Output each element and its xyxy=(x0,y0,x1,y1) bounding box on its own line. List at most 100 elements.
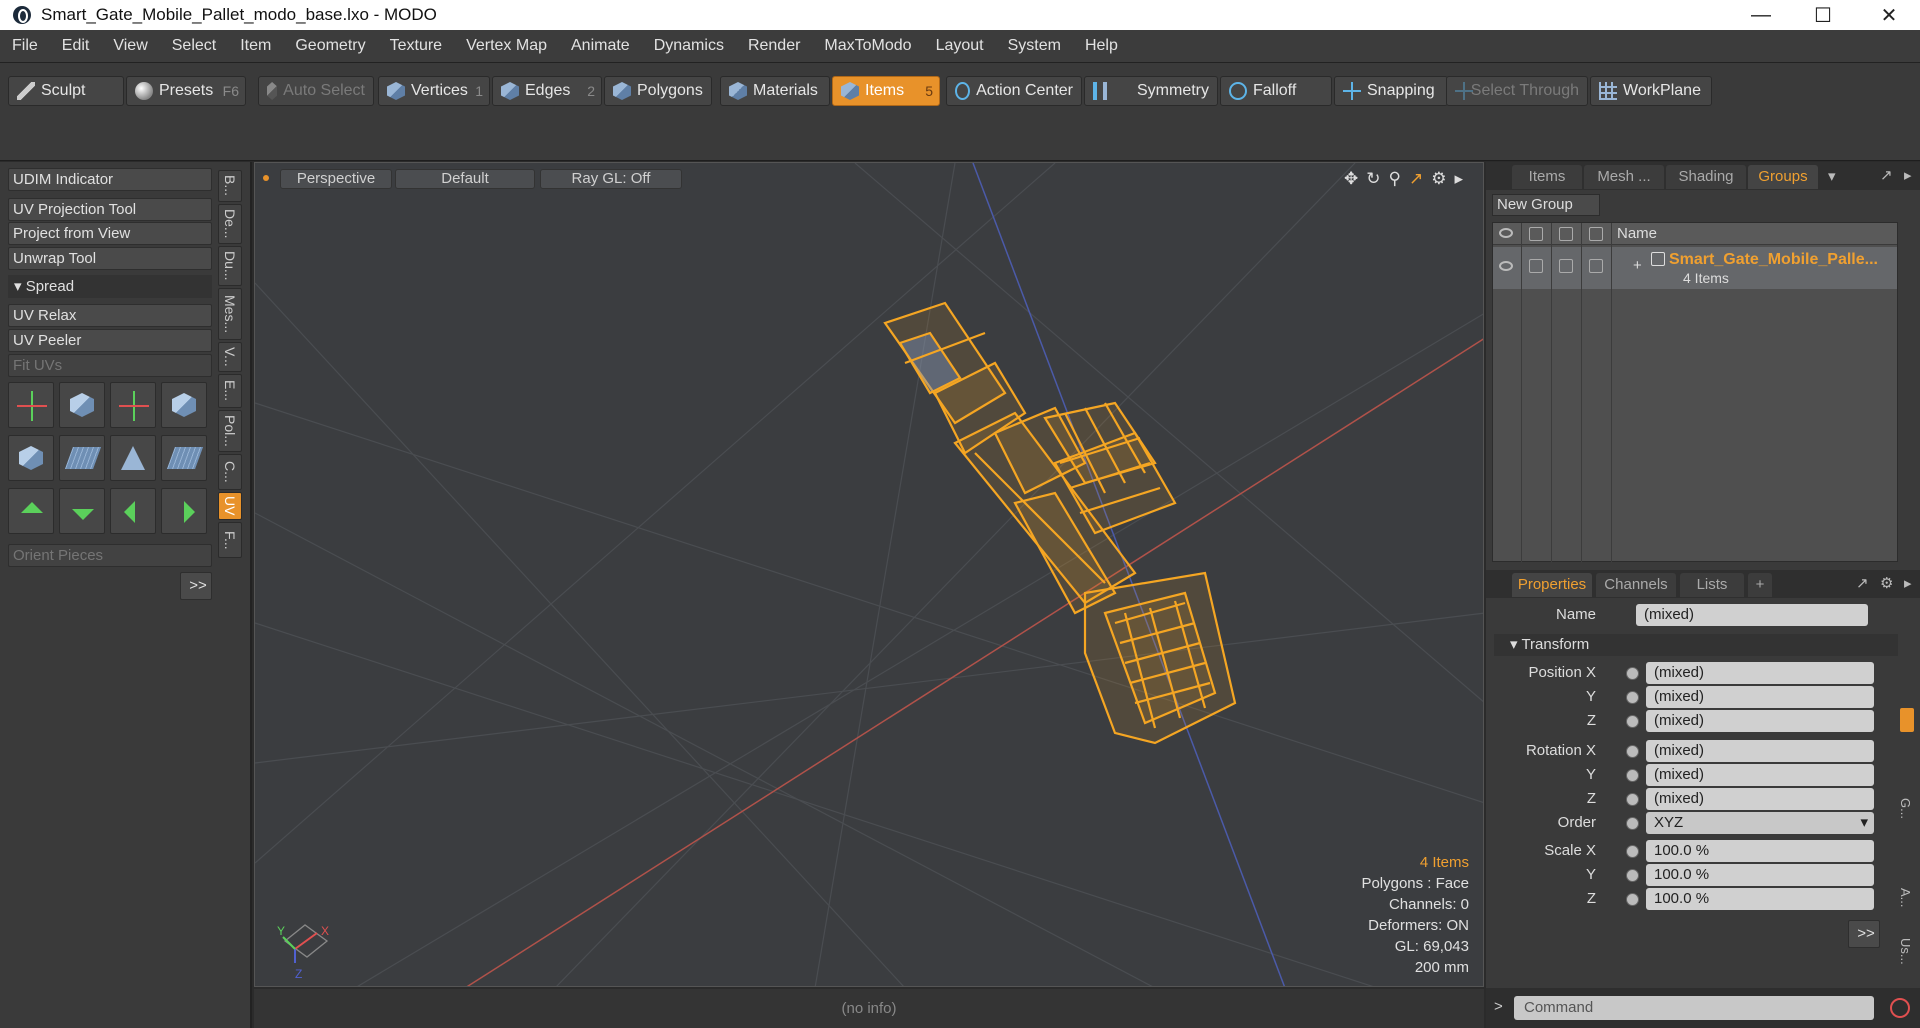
menu-texture[interactable]: Texture xyxy=(378,37,454,55)
auto-select-button[interactable]: Auto Select xyxy=(258,76,374,106)
side-tab-a[interactable]: A... xyxy=(1898,888,1913,908)
position-z-field[interactable]: (mixed) xyxy=(1646,710,1874,732)
tabs-dropdown-icon[interactable]: ▾ xyxy=(1828,167,1836,185)
panel-arrow-icon[interactable]: ▸ xyxy=(1904,166,1912,184)
expand-plus-icon[interactable]: + xyxy=(1633,257,1642,274)
row-visibility-icon[interactable] xyxy=(1499,261,1513,271)
new-group-button[interactable]: New Group xyxy=(1492,194,1600,216)
align-down-button[interactable] xyxy=(59,488,105,534)
keyframe-dot-icon[interactable] xyxy=(1626,793,1639,806)
vtab-de[interactable]: De... xyxy=(218,204,242,244)
side-accent-handle[interactable] xyxy=(1900,708,1914,732)
align-up-button[interactable] xyxy=(8,488,54,534)
workplane-button[interactable]: WorkPlane xyxy=(1590,76,1712,106)
tab-groups[interactable]: Groups xyxy=(1748,165,1818,189)
row-render-icon[interactable] xyxy=(1589,259,1603,273)
zoom-icon[interactable]: ⚲ xyxy=(1389,169,1401,189)
presets-button[interactable]: Presets F6 xyxy=(126,76,246,106)
polygons-button[interactable]: Polygons xyxy=(604,76,712,106)
udim-indicator-button[interactable]: UDIM Indicator xyxy=(8,168,212,191)
symmetry-button[interactable]: Symmetry xyxy=(1084,76,1218,106)
keyframe-dot-icon[interactable] xyxy=(1626,869,1639,882)
properties-expand-icon[interactable]: ↗ xyxy=(1856,574,1869,592)
group-row[interactable]: + Smart_Gate_Mobile_Palle... 4 Items xyxy=(1493,247,1897,289)
position-y-field[interactable]: (mixed) xyxy=(1646,686,1874,708)
keyframe-dot-icon[interactable] xyxy=(1626,691,1639,704)
command-input[interactable]: Command xyxy=(1514,996,1874,1020)
action-center-button[interactable]: Action Center xyxy=(946,76,1082,106)
items-button[interactable]: Items 5 xyxy=(832,76,940,106)
tab-channels[interactable]: Channels xyxy=(1596,573,1676,597)
menu-vertex-map[interactable]: Vertex Map xyxy=(454,37,559,55)
falloff-button[interactable]: Falloff xyxy=(1220,76,1332,106)
keyframe-dot-icon[interactable] xyxy=(1626,893,1639,906)
vtab-e[interactable]: E... xyxy=(218,374,242,408)
menu-view[interactable]: View xyxy=(101,37,159,55)
row-select-icon[interactable] xyxy=(1559,259,1573,273)
record-icon[interactable] xyxy=(1890,998,1910,1018)
orbit-icon[interactable]: ↻ xyxy=(1366,169,1380,189)
uv-plane-tool-button[interactable] xyxy=(59,435,105,481)
side-tab-us[interactable]: Us... xyxy=(1898,938,1913,965)
raygl-toggle[interactable]: Ray GL: Off xyxy=(540,169,682,189)
menu-file[interactable]: File xyxy=(0,37,50,55)
row-lock-icon[interactable] xyxy=(1529,259,1543,273)
shading-selector[interactable]: Default xyxy=(395,169,535,189)
keyframe-dot-icon[interactable] xyxy=(1626,667,1639,680)
tab-lists[interactable]: Lists xyxy=(1680,573,1744,597)
tab-add[interactable]: + xyxy=(1748,573,1772,597)
select-through-button[interactable]: Select Through xyxy=(1446,76,1588,106)
side-tab-g[interactable]: G... xyxy=(1898,798,1913,819)
properties-arrow-icon[interactable]: ▸ xyxy=(1904,574,1912,592)
vtab-v[interactable]: V... xyxy=(218,342,242,372)
uv-peeler-button[interactable]: UV Peeler xyxy=(8,329,212,352)
project-from-view-button[interactable]: Project from View xyxy=(8,222,212,245)
uv-cube-tool-button[interactable] xyxy=(161,382,207,428)
left-more-button[interactable]: >> xyxy=(180,572,212,600)
position-x-field[interactable]: (mixed) xyxy=(1646,662,1874,684)
snapping-button[interactable]: Snapping xyxy=(1334,76,1448,106)
scale-z-field[interactable]: 100.0 % xyxy=(1646,888,1874,910)
tab-mesh[interactable]: Mesh ... xyxy=(1584,165,1664,189)
uv-scale-tool-button[interactable] xyxy=(110,382,156,428)
orient-pieces-button[interactable]: Orient Pieces xyxy=(8,544,212,567)
unwrap-tool-button[interactable]: Unwrap Tool xyxy=(8,247,212,270)
properties-more-button[interactable]: >> xyxy=(1848,920,1880,948)
menu-help[interactable]: Help xyxy=(1073,37,1130,55)
pan-icon[interactable]: ✥ xyxy=(1344,169,1358,189)
rotation-x-field[interactable]: (mixed) xyxy=(1646,740,1874,762)
menu-select[interactable]: Select xyxy=(160,37,228,55)
close-button[interactable]: ✕ xyxy=(1866,0,1912,30)
keyframe-dot-icon[interactable] xyxy=(1626,845,1639,858)
edges-button[interactable]: Edges 2 xyxy=(492,76,602,106)
properties-gear-icon[interactable]: ⚙ xyxy=(1880,574,1893,592)
uv-relax-button[interactable]: UV Relax xyxy=(8,304,212,327)
spread-section[interactable]: ▾ Spread xyxy=(8,275,212,298)
uv-move-tool-button[interactable] xyxy=(8,382,54,428)
scale-y-field[interactable]: 100.0 % xyxy=(1646,864,1874,886)
vtab-du[interactable]: Du... xyxy=(218,246,242,286)
keyframe-dot-icon[interactable] xyxy=(1626,745,1639,758)
fit-uvs-button[interactable]: Fit UVs xyxy=(8,354,212,377)
transform-section[interactable]: ▾ Transform xyxy=(1494,634,1898,656)
order-select[interactable]: XYZ ▾ xyxy=(1646,812,1874,834)
uv-sphere-tool-button[interactable] xyxy=(8,435,54,481)
menu-animate[interactable]: Animate xyxy=(559,37,642,55)
keyframe-dot-icon[interactable] xyxy=(1626,715,1639,728)
menu-dynamics[interactable]: Dynamics xyxy=(642,37,736,55)
tab-shading[interactable]: Shading xyxy=(1666,165,1746,189)
rotation-z-field[interactable]: (mixed) xyxy=(1646,788,1874,810)
sculpt-button[interactable]: Sculpt xyxy=(8,76,124,106)
expand-icon[interactable]: ↗ xyxy=(1880,166,1893,184)
menu-maxtomodo[interactable]: MaxToModo xyxy=(812,37,923,55)
name-field[interactable]: (mixed) xyxy=(1636,604,1868,626)
tab-properties[interactable]: Properties xyxy=(1512,573,1592,597)
uv-tri-tool-button[interactable] xyxy=(110,435,156,481)
fit-icon[interactable]: ↗ xyxy=(1409,169,1423,189)
vtab-pol[interactable]: Pol... xyxy=(218,410,242,452)
scale-x-field[interactable]: 100.0 % xyxy=(1646,840,1874,862)
3d-viewport[interactable]: X Y Z Perspective Default Ray GL: Off ✥ … xyxy=(254,162,1484,987)
gear-icon[interactable]: ⚙ xyxy=(1431,169,1446,189)
maximize-button[interactable]: ☐ xyxy=(1800,0,1846,30)
minimize-button[interactable]: — xyxy=(1738,0,1784,30)
